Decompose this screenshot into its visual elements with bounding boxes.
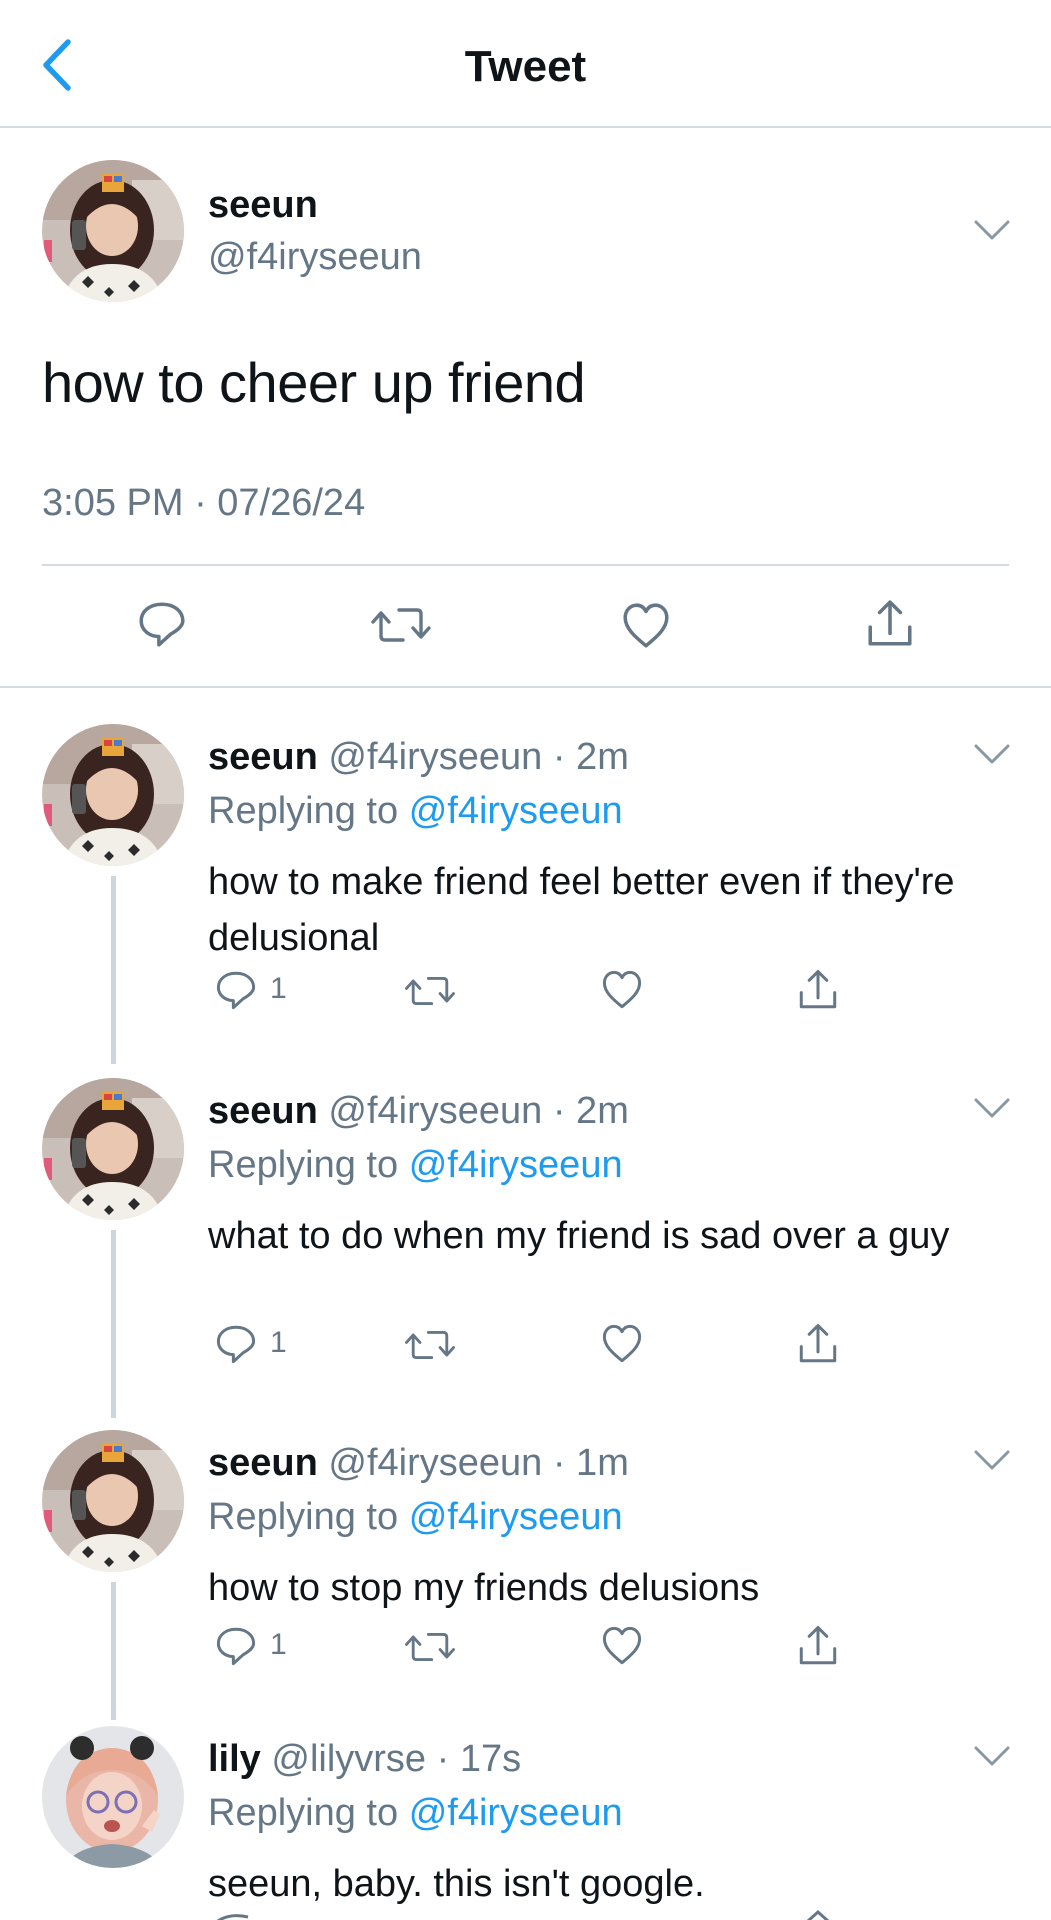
thread-line <box>111 876 116 1064</box>
avatar[interactable] <box>42 1726 184 1868</box>
chevron-down-icon[interactable] <box>972 740 1012 768</box>
like-icon[interactable] <box>600 968 644 1012</box>
like-icon[interactable] <box>620 600 672 652</box>
tweet-detail-screen: Tweet seeun @f4iryseeun how to cheer up … <box>0 0 1051 1920</box>
retweet-icon[interactable] <box>404 970 456 1012</box>
retweet-icon[interactable] <box>404 1626 456 1668</box>
author-name[interactable]: seeun <box>208 1090 318 1132</box>
tweet-timestamp: 3:05 PM · 07/26/24 <box>42 482 366 524</box>
reply-icon[interactable] <box>214 1322 258 1366</box>
avatar[interactable] <box>42 1078 184 1220</box>
reply-text: seeun, baby. this isn't google. <box>208 1863 705 1905</box>
mention-link[interactable]: @f4iryseeun <box>409 1144 623 1186</box>
author-handle[interactable]: @f4iryseeun <box>208 236 422 279</box>
reply-header: lily @lilyvrse · 17s <box>208 1738 521 1781</box>
author-name[interactable]: seeun <box>208 736 318 778</box>
replying-to: Replying to @f4iryseeun <box>208 790 623 833</box>
avatar[interactable] <box>42 160 184 302</box>
retweet-icon[interactable] <box>370 600 432 650</box>
share-icon[interactable] <box>864 598 916 650</box>
replying-to: Replying to @f4iryseeun <box>208 1144 623 1187</box>
reply-actions: 1 <box>208 1624 848 1674</box>
author-meta: @f4iryseeun · 2m <box>328 736 629 778</box>
author-name[interactable]: seeun <box>208 184 318 227</box>
page-title: Tweet <box>464 42 587 91</box>
replying-label: Replying to <box>208 1496 399 1538</box>
tweet-text: how to cheer up friend <box>42 351 586 414</box>
replying-to: Replying to @f4iryseeun <box>208 1792 623 1835</box>
author-meta: @f4iryseeun · 2m <box>328 1090 629 1132</box>
chevron-down-icon[interactable] <box>972 1446 1012 1474</box>
reply-text: how to stop my friends delusions <box>208 1567 760 1609</box>
reply-text: what to do when my friend is sad over a … <box>208 1215 950 1257</box>
replying-label: Replying to <box>208 790 399 832</box>
reply-icon[interactable] <box>214 1624 258 1668</box>
reply-tweet[interactable]: seeun @f4iryseeun · 2m Replying to @f4ir… <box>0 724 1051 1064</box>
reply-actions: 1 <box>208 1322 848 1372</box>
reply-count: 1 <box>270 1326 287 1359</box>
share-icon[interactable] <box>796 1624 840 1668</box>
chevron-down-icon[interactable] <box>972 216 1012 244</box>
mention-link[interactable]: @f4iryseeun <box>409 1496 623 1538</box>
like-icon[interactable] <box>600 1322 644 1366</box>
replying-to: Replying to @f4iryseeun <box>208 1496 623 1539</box>
author-name[interactable]: seeun <box>208 1442 318 1484</box>
reply-actions-partial <box>208 1908 848 1920</box>
retweet-icon[interactable] <box>404 1324 456 1366</box>
replying-label: Replying to <box>208 1144 399 1186</box>
reply-icon[interactable] <box>214 968 258 1012</box>
thread-line <box>111 1230 116 1418</box>
reply-actions: 1 <box>208 968 848 1018</box>
reply-tweet[interactable]: lily @lilyvrse · 17s Replying to @f4irys… <box>0 1726 1051 1920</box>
avatar[interactable] <box>42 1430 184 1572</box>
reply-tweet[interactable]: seeun @f4iryseeun · 1m Replying to @f4ir… <box>0 1430 1051 1720</box>
replying-label: Replying to <box>208 1792 399 1834</box>
reply-tweet[interactable]: seeun @f4iryseeun · 2m Replying to @f4ir… <box>0 1078 1051 1418</box>
reply-count: 1 <box>270 972 287 1005</box>
author-meta: @lilyvrse · 17s <box>271 1738 522 1780</box>
chevron-down-icon[interactable] <box>972 1742 1012 1770</box>
reply-header: seeun @f4iryseeun · 1m <box>208 1442 629 1485</box>
share-icon[interactable] <box>796 968 840 1012</box>
mention-link[interactable]: @f4iryseeun <box>409 790 623 832</box>
mention-link[interactable]: @f4iryseeun <box>409 1792 623 1834</box>
reply-icon[interactable] <box>136 598 188 650</box>
like-icon[interactable] <box>600 1624 644 1668</box>
main-tweet: seeun @f4iryseeun how to cheer up friend… <box>0 128 1051 688</box>
share-icon[interactable] <box>796 1322 840 1366</box>
reply-text: how to make friend feel better even if t… <box>208 861 955 959</box>
avatar[interactable] <box>42 724 184 866</box>
thread-line <box>111 1582 116 1720</box>
author-name[interactable]: lily <box>208 1738 261 1780</box>
reply-header: seeun @f4iryseeun · 2m <box>208 736 629 779</box>
reply-header: seeun @f4iryseeun · 2m <box>208 1090 629 1133</box>
divider <box>42 564 1009 566</box>
top-nav-bar: Tweet <box>0 0 1051 128</box>
chevron-down-icon[interactable] <box>972 1094 1012 1122</box>
reply-count: 1 <box>270 1628 287 1661</box>
author-meta: @f4iryseeun · 1m <box>328 1442 629 1484</box>
